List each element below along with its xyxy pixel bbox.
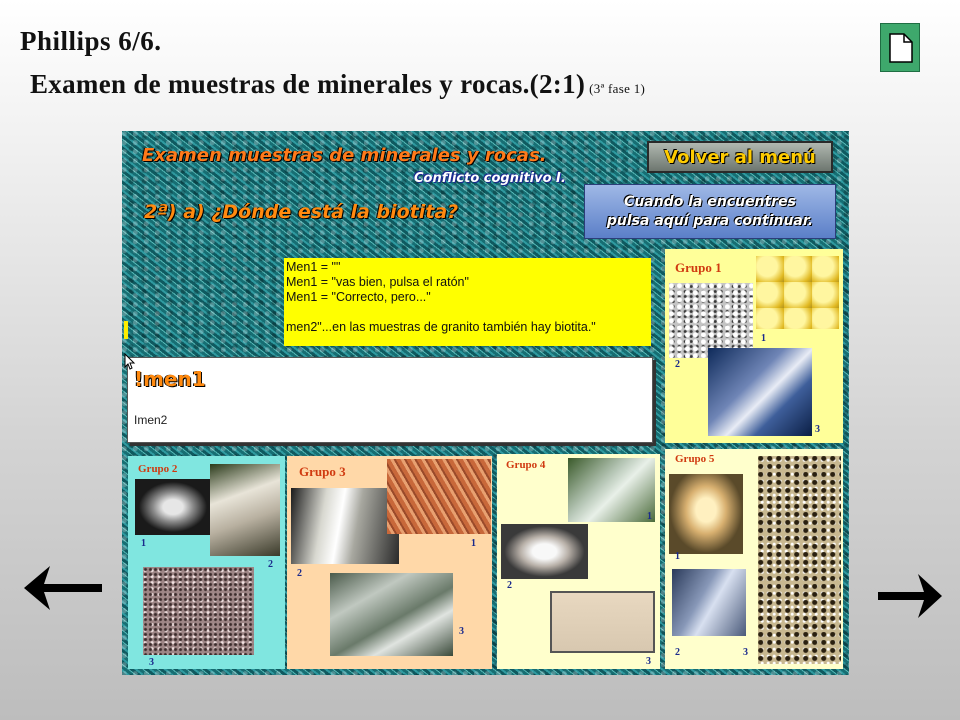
question-text: 2ª) a) ¿Dónde está la biotita?: [144, 201, 459, 223]
page-title-line2: Examen de muestras de minerales y rocas.…: [30, 69, 645, 100]
group-label: Grupo 1: [675, 260, 722, 275]
photo-number: 2: [507, 580, 512, 591]
mineral-photo[interactable]: [669, 283, 753, 358]
message-line: men2"...en las muestras de granito tambi…: [286, 320, 596, 334]
message-line: Men1 = "": [286, 260, 341, 274]
men2-label: Imen2: [134, 413, 168, 427]
document-icon: [889, 33, 913, 63]
mouse-cursor-icon: [124, 353, 136, 370]
arrow-left-icon[interactable]: [22, 564, 104, 612]
mineral-photo[interactable]: [756, 256, 839, 329]
photo-number: 2: [675, 647, 680, 658]
mineral-photo[interactable]: [210, 464, 280, 556]
photo-number: 1: [761, 333, 766, 344]
group-label: Grupo 5: [675, 453, 715, 465]
photo-number: 3: [743, 647, 748, 658]
continue-line1: Cuando la encuentres: [624, 193, 796, 210]
mineral-photo[interactable]: [387, 459, 491, 534]
mineral-photo[interactable]: [291, 488, 399, 564]
phase-label: (3ª fase 1): [589, 81, 646, 96]
group-2-panel[interactable]: Grupo 2 1 2 3: [128, 456, 285, 669]
mineral-photo[interactable]: [672, 569, 746, 636]
group-3-panel[interactable]: Grupo 3 1 2 3: [287, 456, 492, 669]
photo-number: 1: [647, 511, 652, 522]
mineral-photo[interactable]: [758, 456, 841, 664]
mineral-photo[interactable]: [669, 474, 743, 554]
page-title-line1: Phillips 6/6.: [20, 26, 162, 56]
message-line: Men1 = "vas bien, pulsa el ratón": [286, 275, 469, 289]
men1-label: !men1: [134, 367, 206, 391]
back-to-menu-button[interactable]: Volver al menú: [647, 141, 833, 173]
mineral-photo[interactable]: [550, 591, 655, 653]
arrow-right-icon[interactable]: [876, 572, 944, 620]
mineral-photo[interactable]: [501, 524, 588, 579]
slide-title: Examen muestras de minerales y rocas.: [142, 145, 547, 166]
group-label: Grupo 4: [506, 459, 546, 471]
photo-number: 1: [675, 551, 680, 562]
group-4-panel[interactable]: Grupo 4 1 2 3: [497, 454, 660, 669]
mineral-photo[interactable]: [708, 348, 812, 436]
slide-subtitle: Conflicto cognitivo I.: [414, 171, 566, 186]
yellow-marker: [124, 321, 128, 339]
photo-number: 2: [297, 568, 302, 579]
photo-number: 2: [268, 559, 273, 570]
group-label: Grupo 3: [299, 464, 346, 479]
mineral-photo[interactable]: [568, 458, 655, 522]
photo-number: 3: [646, 656, 651, 667]
slide-panel: Examen muestras de minerales y rocas. Co…: [122, 131, 849, 675]
group-label: Grupo 2: [138, 463, 178, 475]
group-5-panel[interactable]: Grupo 5 1 2 3: [665, 449, 843, 669]
document-button[interactable]: [880, 23, 920, 72]
message-variables-box: Men1 = "" Men1 = "vas bien, pulsa el rat…: [284, 258, 651, 346]
continue-button[interactable]: Cuando la encuentres pulsa aquí para con…: [584, 184, 836, 239]
feedback-box: !men1 Imen2: [127, 357, 653, 443]
continue-line2: pulsa aquí para continuar.: [606, 212, 814, 229]
group-1-panel[interactable]: Grupo 1 1 2 3: [665, 249, 843, 443]
photo-number: 3: [459, 626, 464, 637]
photo-number: 1: [141, 538, 146, 549]
mineral-photo[interactable]: [143, 567, 254, 655]
message-line: Men1 = "Correcto, pero...": [286, 290, 431, 304]
photo-number: 3: [149, 657, 154, 668]
photo-number: 1: [471, 538, 476, 549]
photo-number: 3: [815, 424, 820, 435]
mineral-photo[interactable]: [330, 573, 453, 656]
mineral-photo[interactable]: [135, 479, 211, 535]
photo-number: 2: [675, 359, 680, 370]
title-text: Examen de muestras de minerales y rocas.…: [30, 69, 586, 99]
